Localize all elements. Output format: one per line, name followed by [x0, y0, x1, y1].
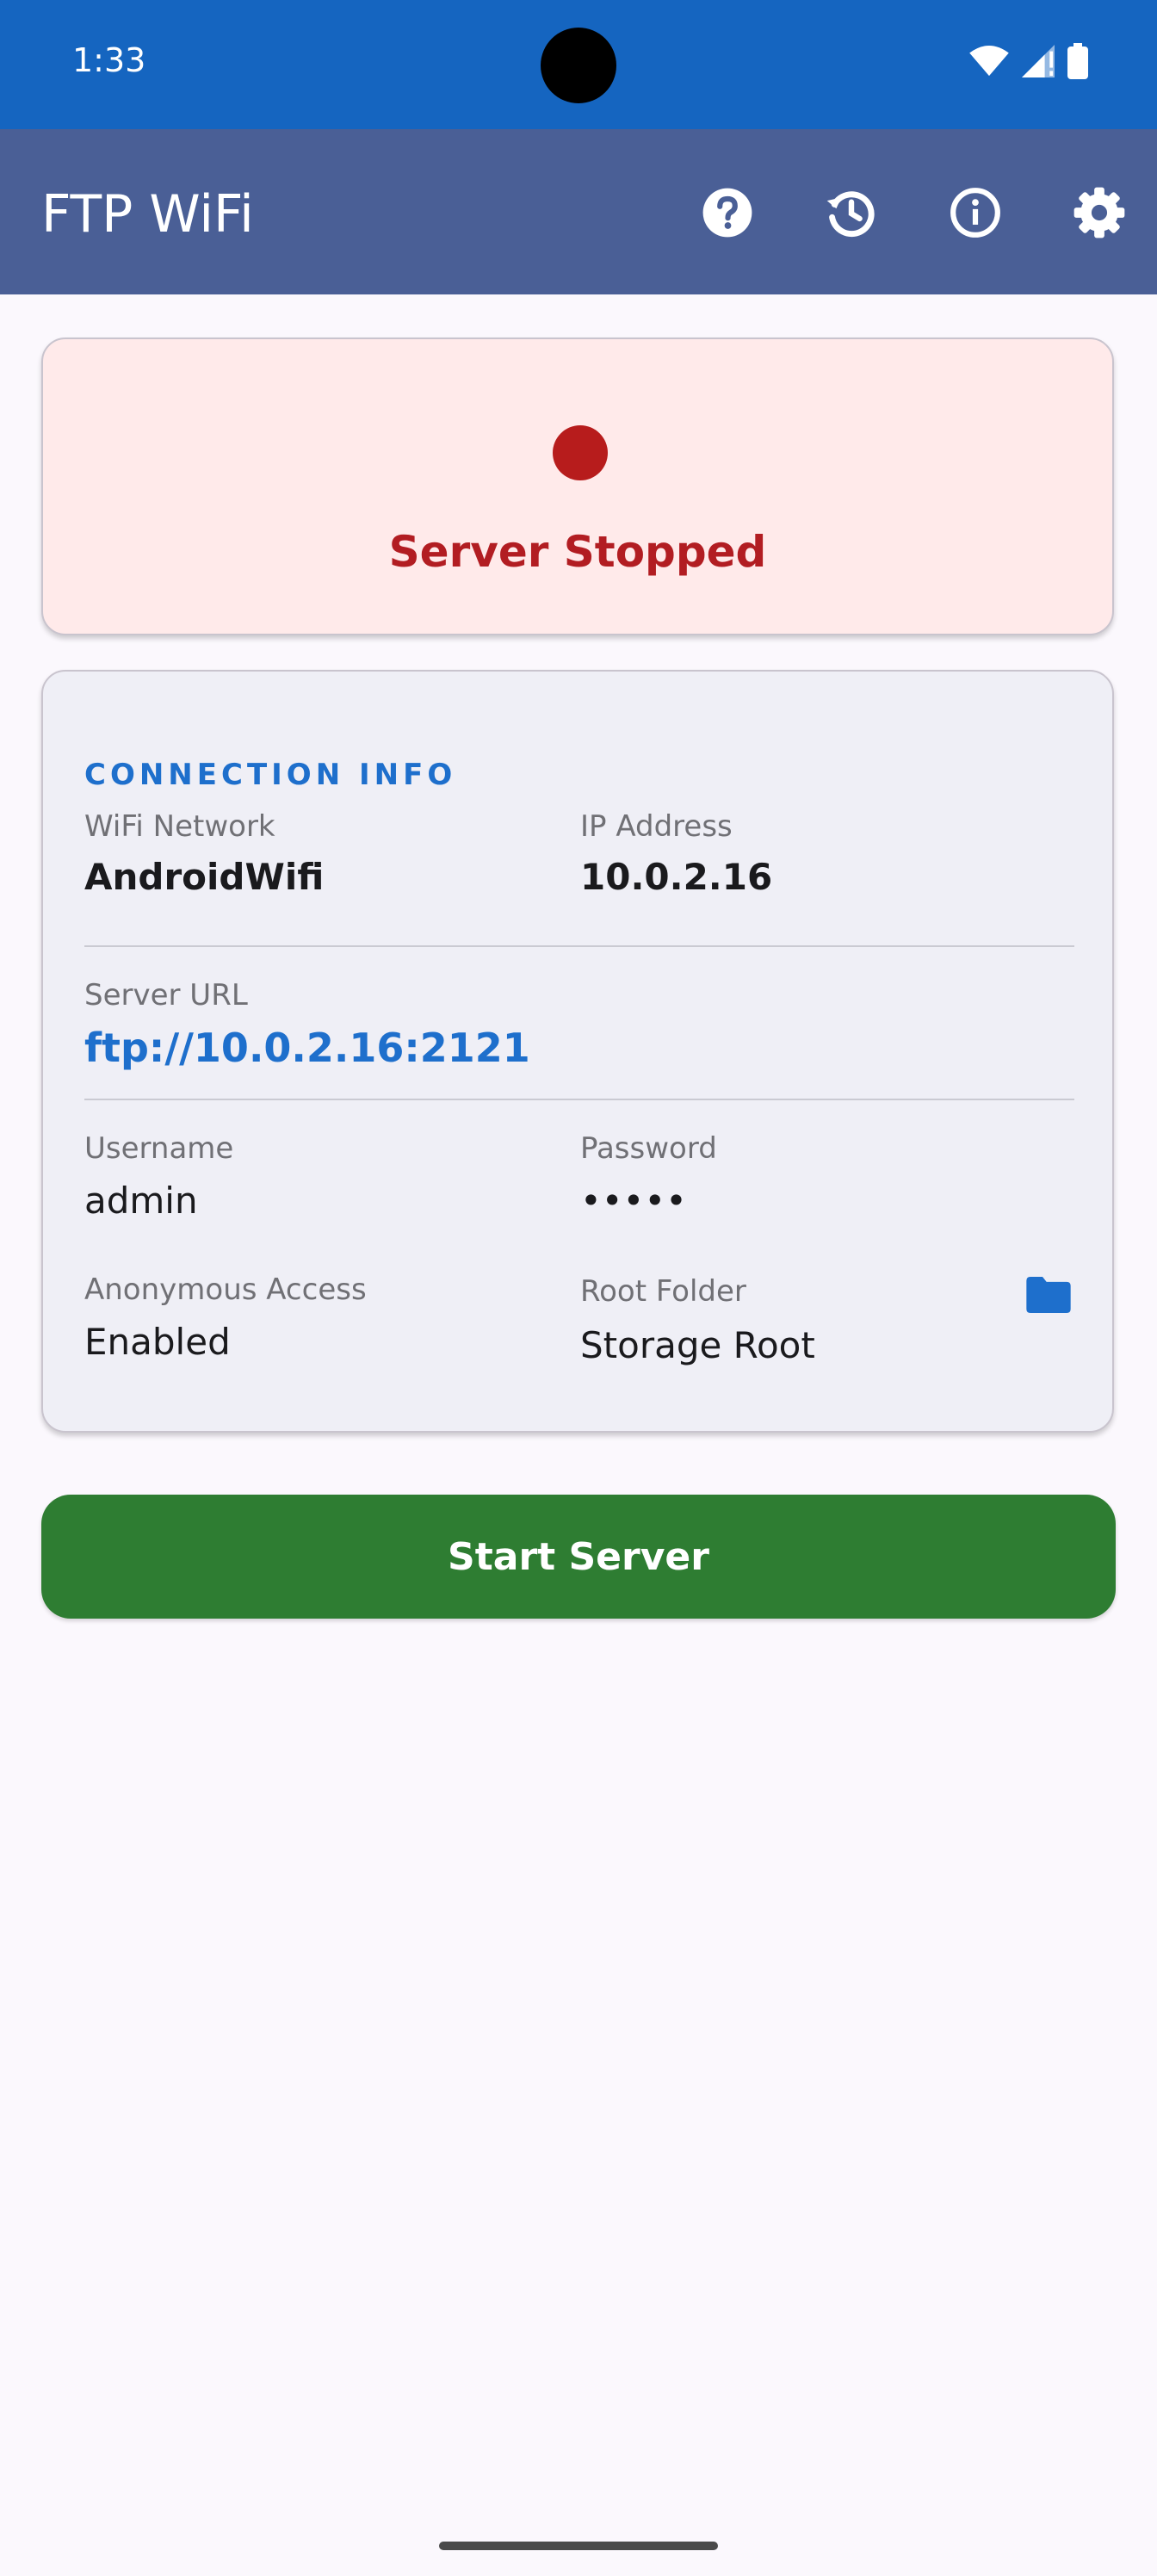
- wifi-network-label: WiFi Network: [84, 809, 275, 844]
- anonymous-access-label: Anonymous Access: [84, 1273, 367, 1307]
- username-value: admin: [84, 1180, 198, 1222]
- help-icon: [702, 188, 752, 238]
- username-label: Username: [84, 1131, 234, 1166]
- status-bar: 1:33: [0, 0, 1157, 129]
- settings-button[interactable]: [1069, 183, 1129, 243]
- settings-icon: [1073, 187, 1125, 238]
- folder-icon[interactable]: [1024, 1274, 1073, 1316]
- root-folder-label: Root Folder: [580, 1274, 746, 1309]
- ip-address-value: 10.0.2.16: [580, 856, 773, 898]
- wifi-icon: [969, 45, 1009, 77]
- server-url-value[interactable]: ftp://10.0.2.16:2121: [84, 1025, 530, 1071]
- root-folder-value: Storage Root: [580, 1324, 815, 1366]
- connection-info-title: CONNECTION INFO: [84, 758, 457, 792]
- ip-address-label: IP Address: [580, 809, 733, 844]
- wifi-network-value: AndroidWifi: [84, 856, 325, 898]
- signal-icon: [1022, 45, 1055, 77]
- app-title: FTP WiFi: [41, 184, 254, 245]
- home-indicator[interactable]: [439, 2542, 718, 2550]
- app-bar: FTP WiFi: [0, 129, 1157, 294]
- info-icon: [950, 188, 1000, 238]
- server-url-label: Server URL: [84, 978, 248, 1012]
- connection-info-card: CONNECTION INFO WiFi Network AndroidWifi…: [41, 670, 1114, 1433]
- password-value: •••••: [580, 1180, 687, 1222]
- server-status-text: Server Stopped: [388, 527, 767, 577]
- status-time: 1:33: [72, 41, 146, 79]
- help-button[interactable]: [697, 183, 758, 243]
- divider: [84, 945, 1074, 947]
- start-server-button[interactable]: Start Server: [41, 1495, 1116, 1619]
- history-icon: [826, 191, 875, 238]
- info-button[interactable]: [945, 183, 1005, 243]
- server-status-card: Server Stopped: [41, 337, 1114, 635]
- divider: [84, 1099, 1074, 1100]
- status-indicator-dot: [553, 425, 608, 480]
- history-button[interactable]: [821, 183, 882, 243]
- status-icons: [969, 43, 1088, 79]
- anonymous-access-value: Enabled: [84, 1321, 231, 1363]
- password-label: Password: [580, 1131, 717, 1166]
- camera-cutout: [541, 28, 616, 103]
- battery-icon: [1067, 43, 1088, 79]
